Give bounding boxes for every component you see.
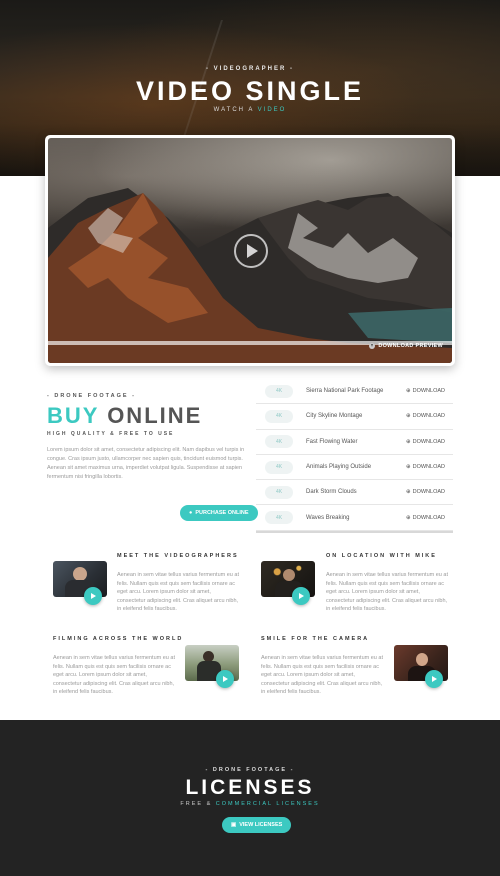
track-title: Fast Flowing Water (306, 438, 358, 445)
licenses-title: LICENSES (185, 776, 315, 799)
download-icon: ⊕ (406, 464, 411, 471)
track-title: Animals Playing Outside (306, 464, 372, 471)
hero-eyebrow: - VIDEOGRAPHER - (205, 66, 294, 72)
download-icon: ⊕ (406, 489, 411, 496)
feature-body: Aenean in sem vitae tellus varius fermen… (326, 572, 448, 612)
track-row: 4K City Skyline Montage ⊕ DOWNLOAD (256, 404, 453, 430)
download-preview-link[interactable]: DOWNLOAD PREVIEW (369, 343, 443, 349)
feature-heading: SMILE FOR THE CAMERA (261, 636, 370, 642)
download-link[interactable]: ⊕ DOWNLOAD (406, 439, 445, 445)
feature-body: Aenean in sem vitae tellus varius fermen… (117, 572, 239, 612)
video-player-card: DOWNLOAD PREVIEW (45, 135, 455, 366)
buy-title: BUY ONLINE (47, 403, 203, 428)
purchase-online-button[interactable]: ● PURCHASE ONLINE (180, 505, 258, 521)
download-link[interactable]: ⊕ DOWNLOAD (406, 388, 445, 394)
track-title: Sierra National Park Footage (306, 388, 384, 395)
download-icon: ⊕ (406, 514, 411, 521)
track-title: Waves Breaking (306, 514, 350, 521)
track-row: 4K Fast Flowing Water ⊕ DOWNLOAD (256, 430, 453, 455)
view-licenses-button[interactable]: ▣ VIEW LICENSES (222, 817, 292, 833)
play-filming-button[interactable] (216, 670, 234, 688)
download-link[interactable]: ⊕ DOWNLOAD (406, 515, 445, 521)
play-icon (432, 676, 437, 682)
feature-heading: FILMING ACROSS THE WORLD (53, 636, 184, 642)
track-title: City Skyline Montage (306, 413, 363, 420)
play-videographers-button[interactable] (84, 587, 102, 605)
play-button[interactable] (234, 234, 268, 268)
buy-description: Lorem ipsum dolor sit amet, consectetur … (47, 447, 245, 480)
feature-heading: MEET THE VIDEOGRAPHERS (117, 553, 239, 559)
download-icon (369, 343, 376, 349)
feature-body: Aenean in sem vitae tellus varius fermen… (53, 655, 175, 695)
licenses-eyebrow: - DRONE FOOTAGE - (205, 767, 295, 773)
download-icon: ⊕ (406, 413, 411, 420)
hero-subtitle: WATCH A VIDEO (213, 107, 287, 113)
video-chip-icon: 4K (265, 435, 293, 449)
video-chip-icon: 4K (265, 460, 293, 474)
video-player[interactable]: DOWNLOAD PREVIEW (48, 138, 452, 363)
buy-online-section: - DRONE FOOTAGE - BUY ONLINE HIGH QUALIT… (47, 393, 247, 482)
track-row: 4K Sierra National Park Footage ⊕ DOWNLOAD (256, 379, 453, 405)
track-title: Dark Storm Clouds (306, 489, 357, 496)
license-icon: ▣ (231, 822, 237, 828)
play-icon (299, 593, 304, 599)
track-row: 4K Animals Playing Outside ⊕ DOWNLOAD (256, 455, 453, 481)
track-row: 4K Dark Storm Clouds ⊕ DOWNLOAD (256, 480, 453, 506)
download-icon: ⊕ (406, 438, 411, 445)
play-icon (223, 676, 228, 682)
play-icon (91, 593, 96, 599)
video-chip-icon: 4K (265, 384, 293, 398)
video-chip-icon: 4K (265, 485, 293, 499)
video-chip-icon: 4K (265, 511, 293, 525)
video-chip-icon: 4K (265, 409, 293, 423)
licenses-subtitle: FREE & COMMERCIAL LICENSES (180, 801, 320, 807)
divider (256, 530, 453, 533)
download-link[interactable]: ⊕ DOWNLOAD (406, 464, 445, 470)
footage-list: 4K Sierra National Park Footage ⊕ DOWNLOAD 4… (256, 379, 453, 533)
track-row: 4K Waves Breaking ⊕ DOWNLOAD (256, 505, 453, 531)
play-smile-button[interactable] (425, 670, 443, 688)
play-location-button[interactable] (292, 587, 310, 605)
feature-heading: ON LOCATION WITH MIKE (326, 553, 437, 559)
download-link[interactable]: ⊕ DOWNLOAD (406, 413, 445, 419)
cart-icon: ● (189, 510, 193, 516)
page-title: VIDEO SINGLE (135, 76, 365, 106)
play-icon (247, 244, 258, 258)
buy-subtitle: HIGH QUALITY & FREE TO USE (47, 431, 175, 437)
download-link[interactable]: ⊕ DOWNLOAD (406, 489, 445, 495)
buy-eyebrow: - DRONE FOOTAGE - (47, 393, 136, 399)
download-icon: ⊕ (406, 388, 411, 395)
feature-body: Aenean in sem vitae tellus varius fermen… (261, 655, 383, 695)
